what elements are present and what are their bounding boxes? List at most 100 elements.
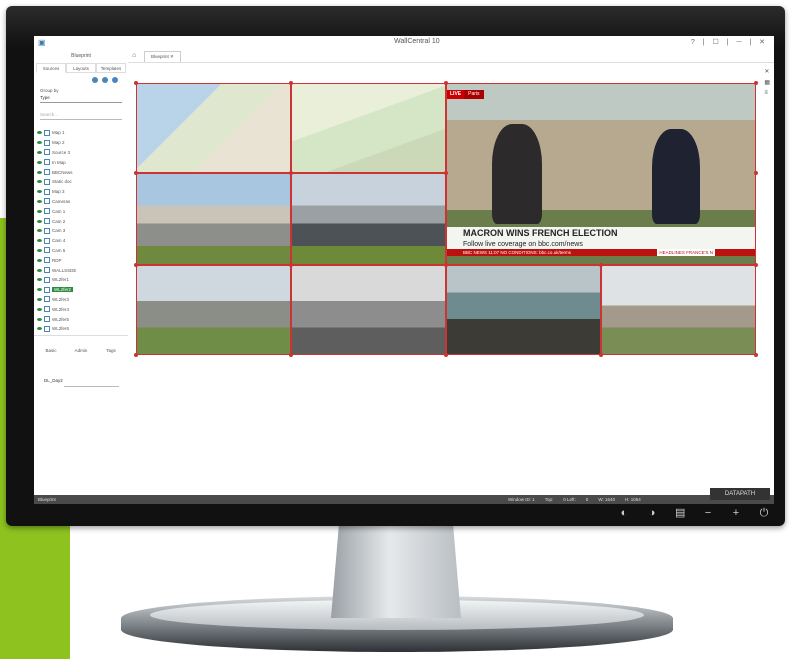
checkbox[interactable]: [44, 169, 50, 176]
resize-handle[interactable]: [134, 263, 138, 267]
checkbox[interactable]: [44, 296, 50, 303]
property-field[interactable]: DL_Day2: [44, 378, 114, 383]
checkbox[interactable]: [44, 178, 50, 185]
tab-basic[interactable]: Basic: [36, 348, 66, 353]
eye-icon[interactable]: [37, 307, 42, 311]
eye-icon[interactable]: [37, 248, 42, 252]
window-controls[interactable]: ? | ☐ | ─ | ✕: [691, 38, 768, 46]
tree-item[interactable]: Map 1: [37, 128, 125, 138]
tile-camera-road[interactable]: [291, 173, 446, 265]
tree-item[interactable]: Cam 5: [37, 246, 125, 256]
layers-icon[interactable]: ≡: [764, 90, 770, 96]
tile-news[interactable]: LIVE Paris MACRON WINS FRENCH ELECTION F…: [446, 83, 756, 265]
resize-handle[interactable]: [754, 353, 758, 357]
tab-tags[interactable]: Tags: [96, 348, 126, 353]
tree-item[interactable]: WL2fer6: [37, 324, 125, 334]
tab-templates[interactable]: Templates: [96, 63, 126, 73]
checkbox[interactable]: [44, 218, 50, 225]
checkbox[interactable]: [44, 267, 50, 274]
tree-item[interactable]: WL2fer4: [37, 304, 125, 314]
eye-icon[interactable]: [37, 219, 42, 223]
tile-camera-trees[interactable]: [601, 265, 756, 355]
eye-icon[interactable]: [37, 170, 42, 174]
eye-icon[interactable]: [37, 150, 42, 154]
checkbox[interactable]: [44, 257, 50, 264]
tree-item[interactable]: In Map: [37, 157, 125, 167]
resize-handle[interactable]: [444, 263, 448, 267]
tile-camera-coast[interactable]: [446, 265, 601, 355]
video-wall[interactable]: LIVE Paris MACRON WINS FRENCH ELECTION F…: [134, 81, 758, 357]
checkbox[interactable]: [44, 208, 50, 215]
eye-icon[interactable]: [37, 190, 42, 194]
checkbox[interactable]: [44, 198, 50, 205]
tree-item[interactable]: WL2fer1: [37, 275, 125, 285]
eye-icon[interactable]: [37, 160, 42, 164]
tree-item[interactable]: Cam 1: [37, 206, 125, 216]
eye-icon[interactable]: [37, 258, 42, 262]
tab-sources[interactable]: Sources: [36, 63, 66, 73]
eye-icon[interactable]: [37, 239, 42, 243]
eye-icon[interactable]: [37, 180, 42, 184]
tile-camera-bw[interactable]: [291, 265, 446, 355]
tree-item[interactable]: BBCNews: [37, 167, 125, 177]
resize-handle[interactable]: [444, 171, 448, 175]
eye-icon[interactable]: [37, 229, 42, 233]
minus-icon[interactable]: −: [703, 508, 713, 519]
eye-icon[interactable]: [37, 297, 42, 301]
checkbox[interactable]: [44, 139, 50, 146]
tree-item[interactable]: Cameras: [37, 197, 125, 207]
checkbox[interactable]: [44, 316, 50, 323]
resize-handle[interactable]: [289, 81, 293, 85]
tree-item[interactable]: WL2fer5: [37, 314, 125, 324]
checkbox[interactable]: [44, 237, 50, 244]
resize-handle[interactable]: [599, 353, 603, 357]
checkbox[interactable]: [44, 149, 50, 156]
eye-icon[interactable]: [37, 131, 42, 135]
checkbox[interactable]: [44, 286, 50, 293]
resize-handle[interactable]: [754, 81, 758, 85]
tree-item[interactable]: Cam 3: [37, 226, 125, 236]
tile-camera-street[interactable]: [136, 173, 291, 265]
resize-handle[interactable]: [444, 353, 448, 357]
eye-icon[interactable]: [37, 317, 42, 321]
tree-item[interactable]: WALLSSDE: [37, 265, 125, 275]
tile-camera-park[interactable]: [136, 265, 291, 355]
resize-handle[interactable]: [754, 171, 758, 175]
tree-item[interactable]: RDP: [37, 255, 125, 265]
tree-item[interactable]: WL2fer2: [37, 285, 125, 295]
source-icon[interactable]: ◑: [647, 508, 657, 519]
tree-item[interactable]: Static doc: [37, 177, 125, 187]
checkbox[interactable]: [44, 247, 50, 254]
checkbox[interactable]: [44, 276, 50, 283]
menu-icon[interactable]: ▤: [675, 508, 685, 519]
resize-handle[interactable]: [754, 263, 758, 267]
tab-blueprint[interactable]: Blueprint ✕: [144, 51, 181, 62]
eye-icon[interactable]: [37, 268, 42, 272]
checkbox[interactable]: [44, 188, 50, 195]
tree-item[interactable]: Cam 2: [37, 216, 125, 226]
home-icon[interactable]: ⌂: [132, 52, 136, 59]
checkbox[interactable]: [44, 306, 50, 313]
eye-icon[interactable]: [37, 327, 42, 331]
resize-handle[interactable]: [289, 171, 293, 175]
resize-handle[interactable]: [134, 353, 138, 357]
resize-handle[interactable]: [134, 81, 138, 85]
checkbox[interactable]: [44, 227, 50, 234]
grid-icon[interactable]: ▦: [764, 79, 770, 86]
resize-handle[interactable]: [289, 263, 293, 267]
resize-handle[interactable]: [289, 353, 293, 357]
tree-item[interactable]: Map 2: [37, 138, 125, 148]
group-by-select[interactable]: Type: [40, 95, 122, 103]
tree-item[interactable]: Cam 4: [37, 236, 125, 246]
add-icon[interactable]: [112, 77, 118, 83]
checkbox[interactable]: [44, 159, 50, 166]
plus-icon[interactable]: +: [731, 508, 741, 519]
close-icon[interactable]: ✕: [764, 68, 770, 75]
tree-item[interactable]: WL2fer3: [37, 295, 125, 305]
resize-handle[interactable]: [599, 263, 603, 267]
tab-layouts[interactable]: Layouts: [66, 63, 96, 73]
source-search-input[interactable]: Search...: [40, 112, 122, 120]
tab-admin[interactable]: Admin: [66, 348, 96, 353]
tile-map-1[interactable]: [136, 83, 291, 173]
eye-icon[interactable]: [37, 278, 42, 282]
